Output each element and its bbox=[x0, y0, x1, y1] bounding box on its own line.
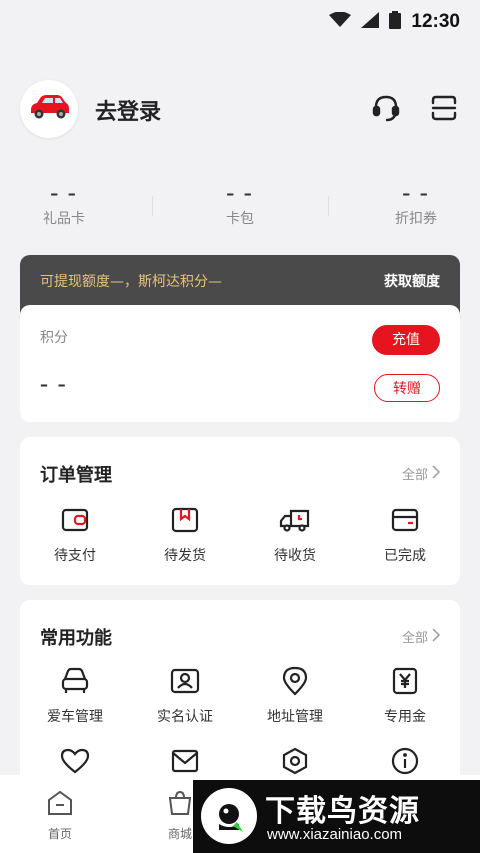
watermark-logo-icon bbox=[201, 788, 257, 844]
customer-service-icon[interactable] bbox=[370, 92, 402, 124]
info-icon bbox=[388, 744, 422, 778]
avatar[interactable] bbox=[20, 80, 78, 138]
function-about[interactable] bbox=[350, 744, 460, 778]
settings-icon bbox=[278, 744, 312, 778]
car-avatar-icon bbox=[27, 94, 71, 124]
function-special-funds[interactable]: 专用金 bbox=[350, 664, 460, 726]
orders-view-all[interactable]: 全部 bbox=[401, 464, 441, 483]
package-icon bbox=[168, 503, 202, 537]
tab-home[interactable]: 首页 bbox=[20, 789, 100, 842]
order-management-card: 订单管理 全部 待支付 待发货 待收货 已完成 bbox=[20, 437, 460, 585]
points-label: 积分 bbox=[40, 330, 68, 346]
id-card-icon bbox=[168, 664, 202, 698]
grid-label: 专用金 bbox=[384, 709, 426, 725]
order-pending-payment[interactable]: 待支付 bbox=[20, 503, 130, 565]
chevron-right-icon bbox=[432, 627, 441, 646]
function-settings[interactable] bbox=[240, 744, 350, 778]
order-pending-shipment[interactable]: 待发货 bbox=[130, 503, 240, 565]
stat-value: – – bbox=[226, 184, 254, 203]
watermark-title: 下载鸟资源 bbox=[265, 794, 420, 829]
points-card: 积分 – – 充值 转赠 bbox=[20, 305, 460, 422]
chevron-right-icon bbox=[432, 464, 441, 483]
view-all-label: 全部 bbox=[401, 468, 428, 483]
watermark-url: www.xiazainiao.com bbox=[267, 826, 403, 843]
signal-icon bbox=[361, 12, 380, 32]
stat-divider bbox=[328, 196, 329, 216]
transfer-button[interactable]: 转赠 bbox=[374, 374, 440, 402]
grid-label: 待发货 bbox=[164, 548, 206, 564]
battery-icon bbox=[389, 11, 402, 33]
stat-label: 卡包 bbox=[226, 211, 254, 227]
grid-label: 待支付 bbox=[54, 548, 96, 564]
stat-label: 礼品卡 bbox=[43, 211, 85, 227]
common-functions-card: 常用功能 全部 爱车管理 实名认证 地址管理 专用金 bbox=[20, 600, 460, 800]
wifi-icon bbox=[329, 11, 352, 32]
stat-label: 折扣券 bbox=[395, 211, 437, 227]
stat-value: – – bbox=[402, 184, 430, 203]
points-value: – – bbox=[40, 375, 68, 394]
heart-icon bbox=[58, 744, 92, 778]
section-title: 常用功能 bbox=[40, 628, 112, 649]
scan-icon[interactable] bbox=[428, 92, 460, 124]
section-title: 订单管理 bbox=[40, 465, 112, 486]
function-car-management[interactable]: 爱车管理 bbox=[20, 664, 130, 726]
get-quota-link[interactable]: 获取额度 bbox=[384, 271, 440, 291]
function-real-name-auth[interactable]: 实名认证 bbox=[130, 664, 240, 726]
status-time: 12:30 bbox=[411, 11, 460, 32]
grid-label: 已完成 bbox=[384, 548, 426, 564]
function-messages[interactable] bbox=[130, 744, 240, 778]
car-icon bbox=[58, 664, 92, 698]
stat-coupon[interactable]: – – 折扣券 bbox=[356, 184, 476, 228]
function-address-management[interactable]: 地址管理 bbox=[240, 664, 350, 726]
tab-label: 首页 bbox=[47, 827, 72, 841]
view-all-label: 全部 bbox=[401, 631, 428, 646]
login-link[interactable]: 去登录 bbox=[95, 94, 161, 126]
wallet-icon bbox=[58, 503, 92, 537]
stat-gift-card[interactable]: – – 礼品卡 bbox=[4, 184, 124, 228]
order-completed[interactable]: 已完成 bbox=[350, 503, 460, 565]
stat-divider bbox=[152, 196, 153, 216]
grid-label: 实名认证 bbox=[157, 709, 213, 725]
grid-label: 待收货 bbox=[274, 548, 316, 564]
order-pending-receipt[interactable]: 待收货 bbox=[240, 503, 350, 565]
functions-view-all[interactable]: 全部 bbox=[401, 627, 441, 646]
status-icons: 12:30 bbox=[329, 11, 460, 33]
profile-header: 去登录 bbox=[20, 80, 460, 138]
mail-icon bbox=[168, 744, 202, 778]
wallet-stats: – – 礼品卡 – – 卡包 – – 折扣券 bbox=[0, 184, 480, 228]
yen-icon bbox=[388, 664, 422, 698]
stat-card-package[interactable]: – – 卡包 bbox=[180, 184, 300, 228]
withdrawable-info: 可提现额度—，斯柯达积分— bbox=[40, 274, 222, 290]
function-favorites[interactable] bbox=[20, 744, 130, 778]
stat-value: – – bbox=[50, 184, 78, 203]
watermark: 下载鸟资源 www.xiazainiao.com bbox=[193, 780, 480, 853]
completed-icon bbox=[388, 503, 422, 537]
status-bar: 12:30 bbox=[0, 0, 480, 44]
grid-label: 地址管理 bbox=[267, 709, 323, 725]
grid-label: 爱车管理 bbox=[47, 709, 103, 725]
recharge-button[interactable]: 充值 bbox=[372, 325, 440, 355]
truck-icon bbox=[278, 503, 312, 537]
location-icon bbox=[278, 664, 312, 698]
home-icon bbox=[20, 789, 100, 821]
